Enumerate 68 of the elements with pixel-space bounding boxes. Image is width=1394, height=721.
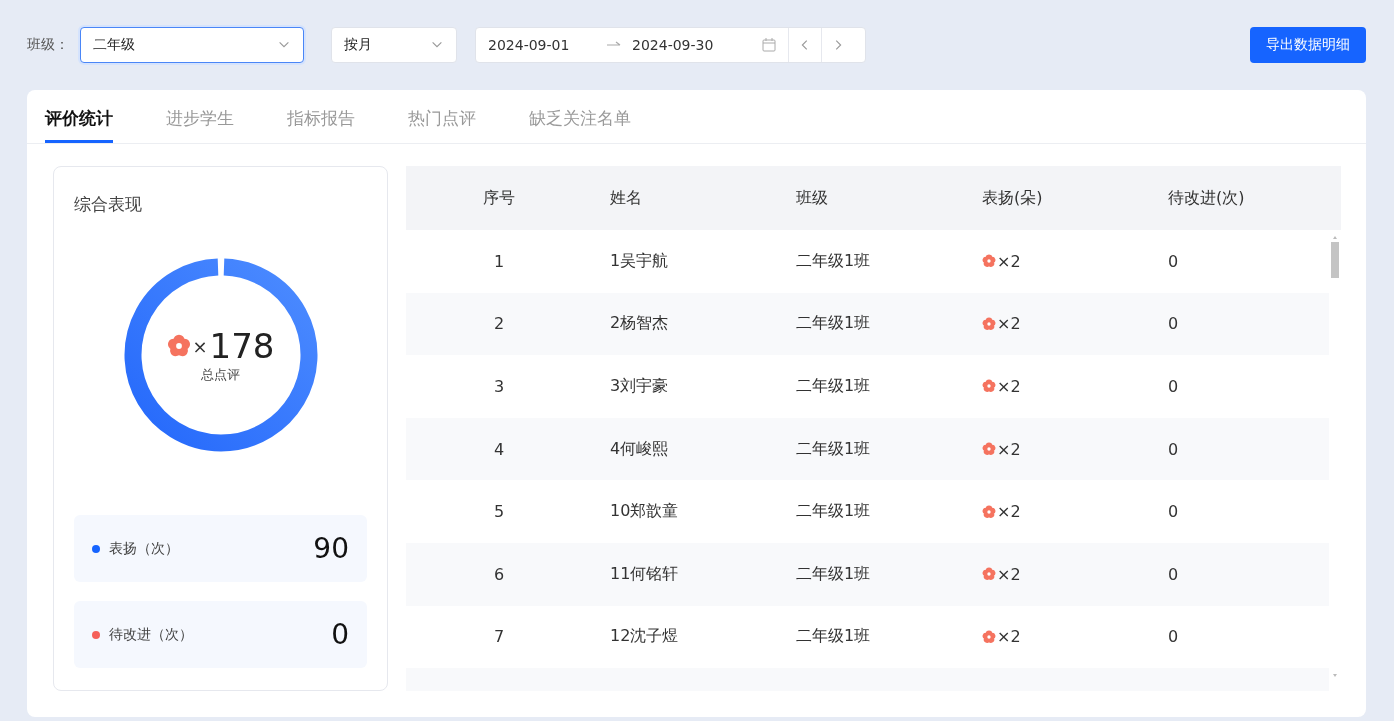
tab[interactable]: 指标报告 — [287, 107, 355, 143]
arrow-right-icon — [606, 40, 622, 49]
table-cell-text: 0 — [1167, 564, 1179, 584]
period-select[interactable]: 按月 — [331, 26, 457, 63]
stat-value: 0 — [331, 618, 349, 651]
stat-value: 90 — [313, 532, 349, 565]
table-cell: 1 — [493, 251, 505, 271]
column-header: 表扬(朵) — [981, 187, 1043, 209]
total-label: 总点评 — [201, 366, 240, 384]
export-button[interactable]: 导出数据明细 — [1250, 26, 1366, 63]
table-cell-text: 二年级1班 — [795, 563, 871, 585]
tab[interactable]: 进步学生 — [166, 107, 234, 143]
flower-icon — [982, 504, 996, 519]
flower-icon — [982, 442, 996, 457]
stat-label: 表扬（次） — [109, 539, 179, 558]
table-cell-text: 0 — [1167, 251, 1179, 271]
table-cell-text: 二年级1班 — [795, 438, 871, 460]
table-cell: ×2 — [964, 314, 1021, 334]
stat-label: 待改进（次） — [109, 625, 193, 644]
table-cell: 3 — [493, 377, 505, 396]
total-count: 178 — [209, 326, 275, 366]
flower-icon — [982, 379, 996, 394]
tab[interactable]: 评价统计 — [45, 107, 113, 143]
class-label: 班级： — [27, 35, 69, 54]
table-cell: ×2 — [964, 627, 1021, 647]
table-cell: 6 — [493, 564, 505, 584]
flower-icon — [982, 316, 996, 331]
table-cell-text: 0 — [1167, 377, 1179, 396]
tab[interactable]: 缺乏关注名单 — [529, 107, 631, 143]
flower-icon — [982, 254, 996, 269]
class-select[interactable]: 二年级 — [80, 26, 304, 63]
flower-icon — [166, 334, 191, 358]
table-cell-text: 3刘宇豪 — [609, 376, 669, 397]
table-cell: ×2 — [964, 502, 1021, 522]
flower-icon — [982, 567, 996, 582]
table-cell-text: 二年级1班 — [795, 501, 871, 523]
table-cell: 7 — [493, 627, 505, 647]
times-sign: × — [192, 335, 208, 357]
table-cell-text: 0 — [1167, 314, 1179, 334]
table-cell: ×2 — [964, 377, 1021, 396]
table-cell-text: 10郑歆童 — [609, 501, 679, 523]
date-range-field[interactable]: 2024-09-01 2024-09-30 — [475, 26, 866, 63]
table-cell: ×2 — [964, 564, 1021, 584]
table-cell: 2 — [493, 314, 505, 334]
panel-title: 综合表现 — [74, 193, 143, 216]
table-cell: ×2 — [964, 251, 1021, 271]
table-cell-text: 0 — [1167, 627, 1179, 647]
flower-icon — [982, 629, 996, 644]
table-cell: 4 — [493, 439, 505, 459]
table-cell-text: 4何峻熙 — [609, 438, 669, 460]
tab[interactable]: 热门点评 — [408, 107, 476, 143]
table-cell-text: 二年级1班 — [795, 250, 871, 272]
table-cell-text: 二年级1班 — [795, 626, 871, 648]
table-cell-text: 二年级1班 — [795, 313, 871, 335]
table-cell-text: 1吴宇航 — [609, 250, 669, 272]
table-cell-text: 12沈子煜 — [609, 626, 679, 648]
calendar-icon — [762, 37, 776, 52]
column-header: 班级 — [795, 187, 828, 209]
table-cell-text: 11何铭轩 — [609, 563, 679, 585]
table-cell-text: 2杨智杰 — [609, 313, 669, 335]
column-header: 姓名 — [609, 187, 642, 209]
table-cell: ×2 — [964, 439, 1021, 459]
table-cell-text: 二年级1班 — [795, 376, 871, 397]
table-cell-text: 0 — [1167, 502, 1179, 522]
table-cell: 5 — [493, 502, 505, 522]
table-cell-text: 0 — [1167, 439, 1179, 459]
column-header: 待改进(次) — [1167, 187, 1245, 209]
column-header: 序号 — [483, 187, 515, 209]
